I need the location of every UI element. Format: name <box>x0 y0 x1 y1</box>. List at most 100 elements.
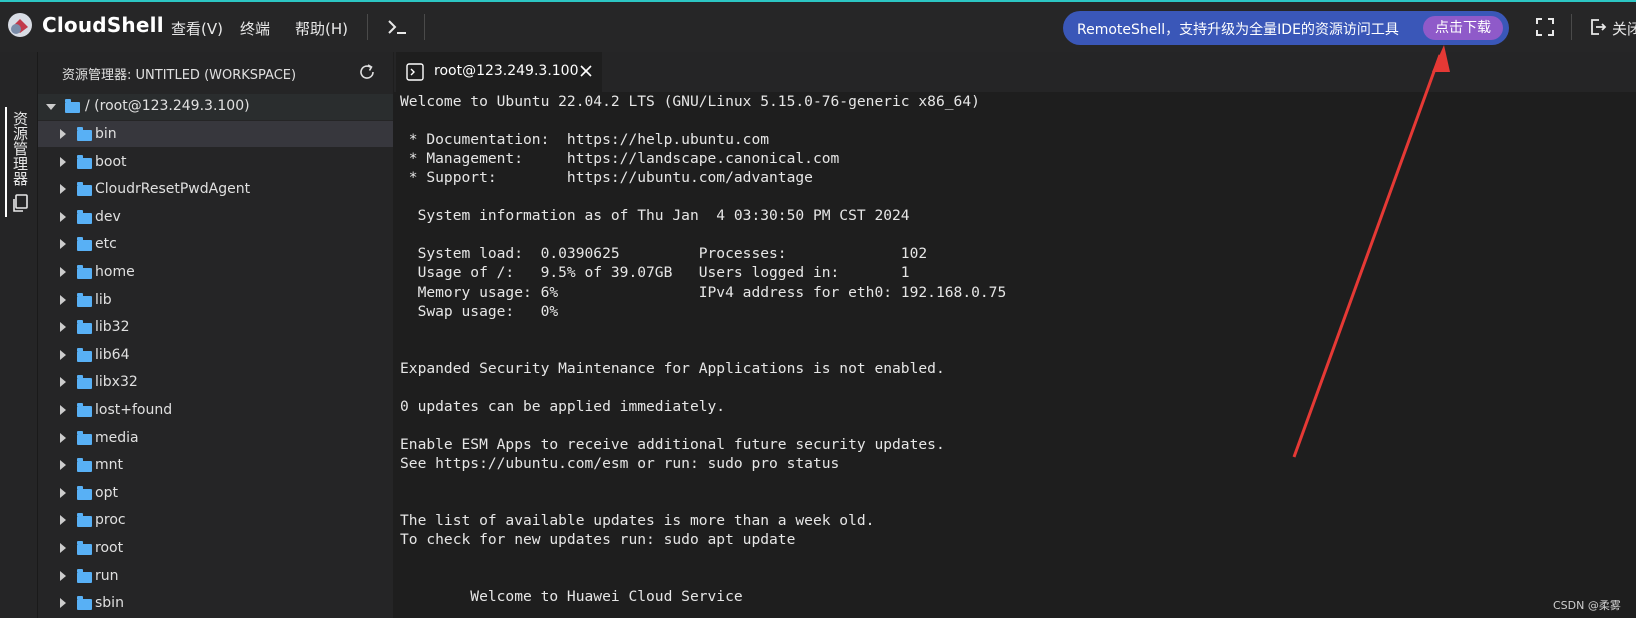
tree-item-label: libx32 <box>95 374 138 391</box>
menu-view[interactable]: 查看(V) <box>171 18 223 39</box>
chevron-right-icon <box>60 377 66 388</box>
tree-item-label: bin <box>95 126 117 142</box>
chevron-right-icon <box>60 239 66 250</box>
watermark: CSDN @柔雾 <box>1553 599 1621 612</box>
tree-item-folder[interactable]: run <box>38 563 393 589</box>
tree-item-folder[interactable]: dev <box>38 204 393 230</box>
folder-icon <box>77 513 92 528</box>
tree-item-label: lost+found <box>95 402 173 418</box>
menu-terminal[interactable]: 终端 <box>240 18 270 39</box>
terminal-line: * Documentation: https://help.ubuntu.com <box>400 131 770 149</box>
tree-item-folder[interactable]: boot <box>38 149 393 175</box>
terminal-line: Memory usage: 6% IPv4 address for eth0: … <box>400 283 1007 301</box>
tree-item-label: media <box>95 429 139 446</box>
chevron-right-icon <box>60 570 66 581</box>
folder-icon <box>77 209 92 224</box>
terminal-icon <box>406 63 424 81</box>
promo-text: RemoteShell，支持升级为全量IDE的资源访问工具 <box>1077 22 1399 38</box>
tree-item-folder[interactable]: etc <box>38 231 393 257</box>
chevron-right-icon <box>60 322 66 333</box>
tree-item-label: root <box>95 540 124 556</box>
tree-item-folder[interactable]: home <box>38 259 393 285</box>
terminal-line: To check for new updates run: sudo apt u… <box>400 531 796 549</box>
tree-item-label: boot <box>95 153 127 170</box>
tree-item-folder[interactable]: lib <box>38 287 393 313</box>
terminal-line: Welcome to Ubuntu 22.04.2 LTS (GNU/Linux… <box>400 93 980 110</box>
tree-item-folder[interactable]: lost+found <box>38 397 393 423</box>
tree-root[interactable]: / (root@123.249.3.100) <box>38 94 393 120</box>
chevron-right-icon <box>60 184 66 195</box>
tree-item-label: CloudrResetPwdAgent <box>95 181 251 198</box>
chevron-right-icon <box>60 129 66 139</box>
chevron-right-icon <box>60 487 66 498</box>
tree-item-folder[interactable]: opt <box>38 480 393 506</box>
refresh-icon[interactable] <box>358 63 376 81</box>
new-terminal-icon[interactable] <box>384 14 414 40</box>
explorer-header: 资源管理器: UNTITLED (WORKSPACE) <box>38 52 393 94</box>
tree-item-folder[interactable]: mnt <box>38 452 393 478</box>
activity-bar: 资源管理器 <box>0 52 38 618</box>
fullscreen-icon[interactable] <box>1535 17 1555 37</box>
chevron-right-icon <box>60 349 66 360</box>
activity-explorer-tab[interactable]: 资源管理器 <box>5 107 34 217</box>
chevron-right-icon <box>60 267 66 277</box>
folder-icon <box>77 458 92 473</box>
terminal-line: Usage of /: 9.5% of 39.07GB Users logged… <box>400 264 910 282</box>
remoteshell-promo-banner: RemoteShell，支持升级为全量IDE的资源访问工具 点击下载 <box>1063 11 1509 45</box>
chevron-right-icon <box>60 211 66 222</box>
tree-item-label: dev <box>95 208 121 225</box>
tree-item-folder[interactable]: bin <box>38 121 393 147</box>
tree-item-label: proc <box>95 512 126 529</box>
explorer-tab-label: 资源管理器 <box>11 111 29 186</box>
folder-icon <box>77 430 92 445</box>
tree-item-folder[interactable]: CloudrResetPwdAgent <box>38 176 393 202</box>
tree-item-label: lib64 <box>95 346 130 363</box>
terminal-line: See https://ubuntu.com/esm or run: sudo … <box>400 454 840 472</box>
close-icon[interactable] <box>579 64 593 78</box>
terminal-line: Welcome to Huawei Cloud Service <box>400 588 743 606</box>
exit-icon[interactable] <box>1589 18 1607 36</box>
exit-button-label[interactable]: 关闭 <box>1612 18 1636 39</box>
folder-icon <box>77 265 92 279</box>
tree-item-label: lib32 <box>95 319 130 336</box>
download-button[interactable]: 点击下载 <box>1423 16 1503 40</box>
tree-item-folder[interactable]: lib32 <box>38 314 393 340</box>
tree-item-folder[interactable]: proc <box>38 507 393 533</box>
top-bar: CloudShell 查看(V) 终端 帮助(H) RemoteShell，支持… <box>0 0 1636 52</box>
terminal-output[interactable]: Welcome to Ubuntu 22.04.2 LTS (GNU/Linux… <box>394 92 1636 618</box>
folder-icon <box>77 568 92 583</box>
chevron-right-icon <box>60 156 66 167</box>
tree-item-folder[interactable]: libx32 <box>38 369 393 395</box>
chevron-right-icon <box>60 460 66 471</box>
folder-icon <box>77 237 92 252</box>
app-brand: CloudShell <box>42 13 164 37</box>
tree-root-label: / (root@123.249.3.100) <box>85 98 250 114</box>
terminal-line: System information as of Thu Jan 4 03:30… <box>400 207 910 225</box>
tree-item-folder[interactable]: sbin <box>38 590 393 616</box>
topbar-divider <box>1571 14 1572 40</box>
files-icon <box>13 194 28 212</box>
chevron-right-icon <box>60 515 66 526</box>
chevron-right-icon <box>60 432 66 443</box>
terminal-line: Swap usage: 0% <box>400 302 559 320</box>
tree-item-label: etc <box>95 236 117 253</box>
menu-help[interactable]: 帮助(H) <box>295 18 348 39</box>
explorer-panel: 资源管理器: UNTITLED (WORKSPACE) / (root@123.… <box>38 52 393 618</box>
terminal-line: The list of available updates is more th… <box>400 512 875 530</box>
folder-icon <box>77 182 92 197</box>
folder-icon <box>77 596 92 611</box>
folder-icon <box>77 403 92 417</box>
folder-icon <box>77 292 92 307</box>
tree-item-folder[interactable]: lib64 <box>38 342 393 368</box>
menu-divider <box>424 14 425 40</box>
tree-item-folder[interactable]: root <box>38 535 393 561</box>
terminal-tab-bar: root@123.249.3.100 <box>394 52 1636 92</box>
chevron-right-icon <box>60 598 66 609</box>
chevron-right-icon <box>60 294 66 305</box>
tree-item-folder[interactable]: media <box>38 425 393 451</box>
tree-item-label: opt <box>95 484 118 501</box>
tree-item-label: mnt <box>95 457 123 474</box>
terminal-tab[interactable]: root@123.249.3.100 <box>396 52 602 92</box>
tree-item-label: sbin <box>95 595 124 612</box>
folder-icon <box>77 485 92 500</box>
